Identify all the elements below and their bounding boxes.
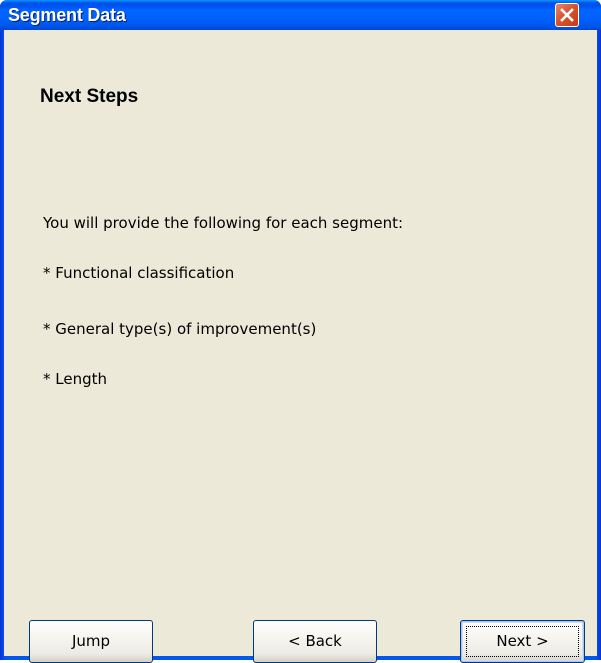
list-item-improvement-type: * General type(s) of improvement(s) <box>43 320 317 338</box>
focus-ring <box>466 626 579 657</box>
window-title: Segment Data <box>8 5 126 25</box>
list-item-length: * Length <box>43 370 108 388</box>
dialog-window: Segment Data Next Steps You will provide… <box>0 0 601 663</box>
page-heading: Next Steps <box>40 86 139 107</box>
dialog-body: Next Steps You will provide the followin… <box>4 30 597 663</box>
jump-button[interactable]: Jump <box>29 620 153 663</box>
instruction-text: You will provide the following for each … <box>43 214 404 232</box>
title-bar[interactable]: Segment Data <box>0 0 601 30</box>
list-item-functional-classification: * Functional classification <box>43 264 235 282</box>
close-icon <box>560 8 574 22</box>
close-button[interactable] <box>555 3 579 27</box>
next-button[interactable]: Next > <box>460 620 585 663</box>
back-button[interactable]: < Back <box>253 620 377 663</box>
